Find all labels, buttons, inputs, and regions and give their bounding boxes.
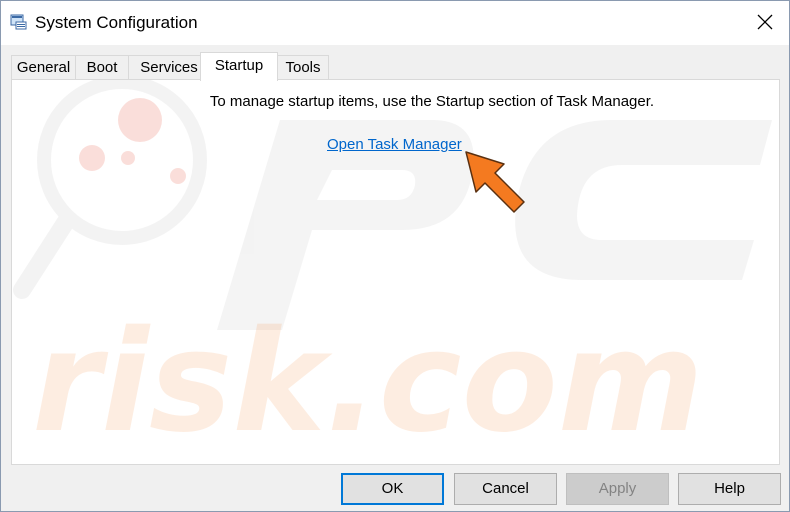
open-task-manager-link[interactable]: Open Task Manager — [327, 136, 462, 153]
orange-pointer-arrow — [465, 151, 525, 213]
cancel-button[interactable]: Cancel — [454, 473, 557, 505]
watermark-text: risk.com — [32, 301, 704, 464]
tab-boot[interactable]: Boot — [75, 55, 129, 79]
tab-startup[interactable]: Startup — [200, 52, 278, 81]
system-configuration-window: System Configuration General Boot Servic… — [0, 0, 790, 512]
tab-general[interactable]: General — [11, 55, 76, 79]
close-icon — [757, 14, 773, 30]
tab-services[interactable]: Services — [128, 55, 210, 79]
startup-instruction: To manage startup items, use the Startup… — [209, 93, 655, 110]
title-bar[interactable]: System Configuration — [1, 1, 789, 45]
close-button[interactable] — [743, 1, 789, 45]
startup-tab-panel: risk.com To manage startup items, use th… — [11, 79, 780, 465]
tab-strip: General Boot Services Startup Tools — [11, 52, 781, 81]
system-configuration-icon — [10, 14, 27, 30]
ok-button[interactable]: OK — [341, 473, 444, 505]
window-title: System Configuration — [35, 13, 198, 32]
tab-tools[interactable]: Tools — [277, 55, 329, 79]
apply-button[interactable]: Apply — [566, 473, 669, 505]
help-button[interactable]: Help — [678, 473, 781, 505]
